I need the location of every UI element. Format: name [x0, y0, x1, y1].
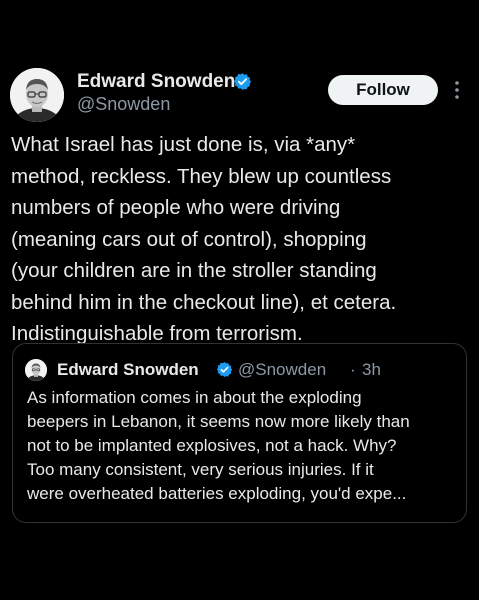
separator-dot: · [350, 360, 356, 379]
quoted-author-avatar [25, 359, 47, 381]
author-display-name[interactable]: Edward Snowden [77, 71, 235, 93]
quoted-author-display-name: Edward Snowden [57, 360, 199, 379]
author-handle[interactable]: @Snowden [77, 94, 170, 115]
more-vertical-icon[interactable] [451, 80, 463, 100]
post-text: What Israel has just done is, via *any* … [11, 133, 397, 345]
avatar-portrait-icon [10, 68, 64, 122]
avatar-portrait-icon [25, 359, 47, 381]
author-avatar[interactable] [10, 68, 64, 122]
quoted-author-handle: @Snowden [238, 360, 327, 379]
quoted-post[interactable]: Edward Snowden @Snowden · 3h As informat… [12, 343, 467, 523]
post-card: Edward Snowden @Snowden Follow What Isra… [0, 0, 479, 600]
quoted-post-text: As information comes in about the explod… [27, 388, 410, 503]
verified-badge-icon [233, 73, 252, 90]
quoted-timestamp[interactable]: 3h [362, 360, 381, 380]
verified-badge-icon [216, 362, 233, 377]
follow-button[interactable]: Follow [328, 75, 438, 105]
